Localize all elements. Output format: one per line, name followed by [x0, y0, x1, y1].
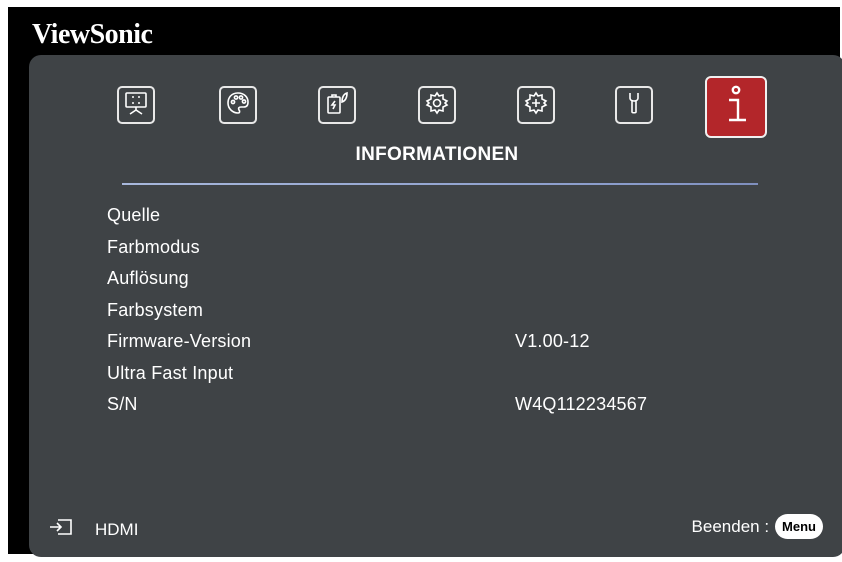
basic-gear-icon [424, 90, 450, 121]
menu-button[interactable]: Menu [775, 514, 823, 539]
tab-display[interactable] [117, 86, 155, 124]
info-label: S/N [107, 394, 138, 414]
tab-settings[interactable] [615, 86, 653, 124]
info-row-resolution: Auflösung [107, 268, 827, 300]
info-value: W4Q112234567 [515, 394, 648, 414]
palette-icon [225, 90, 251, 121]
info-label: Farbmodus [107, 236, 200, 257]
tab-image[interactable] [219, 86, 257, 124]
info-row-serial-number: S/N W4Q112234567 [107, 394, 827, 426]
input-source-label: HDMI [95, 519, 139, 539]
info-row-ultra-fast-input: Ultra Fast Input [107, 363, 827, 395]
exit-hint: Beenden : Menu [692, 514, 823, 539]
advanced-gear-icon [523, 90, 549, 121]
tab-power[interactable] [318, 86, 356, 124]
tab-basic[interactable] [418, 86, 456, 124]
info-row-firmware: Firmware-Version V1.00-12 [107, 331, 827, 363]
tab-bar [29, 55, 842, 155]
section-title: INFORMATIONEN [355, 144, 519, 165]
info-label: Auflösung [107, 268, 189, 288]
info-label: Quelle [107, 205, 161, 225]
info-label: Firmware-Version [107, 331, 252, 351]
info-row-color-system: Farbsystem [107, 300, 827, 332]
projector-screen-icon [123, 90, 149, 121]
info-label: Ultra Fast Input [107, 362, 234, 383]
wrench-icon [621, 90, 647, 121]
title-divider [122, 183, 758, 185]
osd-panel: INFORMATIONEN Quelle Farbmodus Auflösung… [29, 55, 842, 557]
info-row-source: Quelle [107, 205, 827, 237]
exit-label: Beenden : [691, 516, 770, 536]
info-label: Farbsystem [107, 299, 204, 320]
info-icon [716, 83, 756, 132]
tab-advanced[interactable] [517, 86, 555, 124]
tab-information[interactable] [705, 76, 767, 138]
input-source-icon [49, 518, 95, 541]
power-energy-icon [324, 90, 350, 121]
info-list: Quelle Farbmodus Auflösung Farbsystem Fi… [107, 205, 827, 426]
info-value: V1.00-12 [515, 331, 590, 351]
input-source-indicator: HDMI [49, 518, 138, 541]
brand-logo: ViewSonic [32, 19, 153, 50]
osd-frame: ViewSonic INFORMATIONEN Quelle Farbmodus… [8, 7, 842, 557]
info-row-color-mode: Farbmodus [107, 237, 827, 269]
